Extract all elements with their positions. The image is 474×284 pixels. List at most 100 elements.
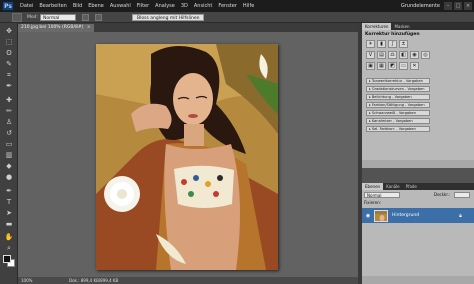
vibrance-icon[interactable]: V bbox=[366, 51, 375, 59]
workspace-switcher[interactable]: Grundelemente bbox=[397, 3, 444, 9]
brightness-icon[interactable]: ☀ bbox=[366, 40, 375, 48]
type-tool-icon[interactable]: T bbox=[3, 198, 15, 207]
tab-close-icon[interactable]: × bbox=[87, 25, 91, 30]
document-tab[interactable]: 210.jpg bei 100% (RGB/8#) × bbox=[18, 24, 94, 32]
eraser-tool-icon[interactable]: ▭ bbox=[3, 140, 15, 149]
mode-label: Mod: bbox=[27, 14, 39, 20]
preset-tonwert[interactable]: ▸Tonwertkorrektur - Vorgaben bbox=[366, 78, 430, 84]
menu-bar: Ps Datei Bearbeiten Bild Ebene Auswahl F… bbox=[0, 0, 474, 12]
preset-kanalmixer[interactable]: ▸Kanalmixer - Vorgaben bbox=[366, 118, 430, 124]
levels-icon[interactable]: ▮ bbox=[377, 40, 386, 48]
preset-belichtung[interactable]: ▸Belichtung - Vorgaben bbox=[366, 94, 430, 100]
healing-brush-tool-icon[interactable]: ✚ bbox=[3, 96, 15, 105]
curves-icon[interactable]: ∫ bbox=[388, 40, 397, 48]
align-guides-button[interactable]: Bloss angleng mit Hilfslinen bbox=[132, 13, 205, 21]
preset-schwarzweiss[interactable]: ▸Schwarzweiß - Vorgaben bbox=[366, 110, 430, 116]
history-brush-tool-icon[interactable]: ↺ bbox=[3, 129, 15, 138]
document-image[interactable] bbox=[96, 44, 278, 270]
black-white-icon[interactable]: ◧ bbox=[399, 51, 408, 59]
layer-name[interactable]: Hintergrund bbox=[392, 213, 419, 218]
canvas-area[interactable] bbox=[18, 32, 358, 277]
preset-gradation[interactable]: ▸Gradationskurven - Vorgaben bbox=[366, 86, 430, 92]
minimize-icon[interactable]: – bbox=[444, 2, 452, 10]
tab-pfade[interactable]: Pfade bbox=[403, 183, 420, 190]
gradient-map-icon[interactable]: ▭ bbox=[399, 62, 408, 70]
expand-arrow-icon: ▸ bbox=[369, 95, 371, 99]
corrections-panel: Korrektur hinzufügen ☀ ▮ ∫ ± V ▤ ⚖ ◧ ◉ ◎… bbox=[362, 30, 474, 168]
eyedropper-tool-icon[interactable]: ✒ bbox=[3, 82, 15, 91]
tab-korrekturen[interactable]: Korrekturen bbox=[362, 23, 392, 30]
visibility-eye-icon[interactable]: ◉ bbox=[364, 213, 372, 219]
move-tool-icon[interactable]: ✥ bbox=[3, 27, 15, 36]
color-balance-icon[interactable]: ⚖ bbox=[388, 51, 397, 59]
tool-preset-picker[interactable] bbox=[12, 12, 22, 22]
brush-tool-icon[interactable]: ✏ bbox=[3, 107, 15, 116]
preset-label: Schwarzweiß - Vorgaben bbox=[371, 111, 416, 115]
document-tab-bar: 210.jpg bei 100% (RGB/8#) × bbox=[18, 23, 358, 32]
tab-kanaele[interactable]: Kanäle bbox=[383, 183, 403, 190]
threshold-icon[interactable]: ◩ bbox=[388, 62, 397, 70]
zoom-tool-icon[interactable]: ⌕ bbox=[3, 244, 15, 253]
menu-3d[interactable]: 3D bbox=[178, 3, 191, 9]
menu-ebene[interactable]: Ebene bbox=[85, 3, 107, 9]
crop-tool-icon[interactable]: ⌗ bbox=[3, 71, 15, 80]
zoom-level[interactable]: 100% bbox=[21, 278, 45, 283]
path-select-tool-icon[interactable]: ➤ bbox=[3, 209, 15, 218]
clone-stamp-tool-icon[interactable]: ♙ bbox=[3, 118, 15, 127]
preset-label: Tonwertkorrektur - Vorgaben bbox=[371, 79, 423, 83]
preset-farbton[interactable]: ▸Farbton/Sättigung - Vorgaben bbox=[366, 102, 430, 108]
posterize-icon[interactable]: ▦ bbox=[377, 62, 386, 70]
options-bar: Mod: Normal Bloss angleng mit Hilfslinen bbox=[0, 12, 474, 23]
gradient-tool-icon[interactable]: ▥ bbox=[3, 151, 15, 160]
opacity-input[interactable] bbox=[454, 192, 470, 198]
menu-auswahl[interactable]: Auswahl bbox=[107, 3, 134, 9]
corrections-tabs: Korrekturen Masken bbox=[362, 23, 474, 30]
marquee-tool-icon[interactable]: ⬚ bbox=[3, 38, 15, 47]
expand-arrow-icon: ▸ bbox=[369, 87, 371, 91]
menu-analyse[interactable]: Analyse bbox=[152, 3, 178, 9]
expand-arrow-icon: ▸ bbox=[369, 103, 371, 107]
menu-filter[interactable]: Filter bbox=[134, 3, 152, 9]
mode-select[interactable]: Normal bbox=[40, 13, 77, 21]
expand-arrow-icon: ▸ bbox=[369, 119, 371, 123]
layers-tabs: Ebenen Kanäle Pfade bbox=[362, 183, 474, 190]
menu-ansicht[interactable]: Ansicht bbox=[191, 3, 215, 9]
preset-label: Farbton/Sättigung - Vorgaben bbox=[371, 103, 425, 107]
close-window-icon[interactable]: × bbox=[464, 2, 472, 10]
expand-arrow-icon: ▸ bbox=[369, 127, 371, 131]
portrait-photo bbox=[96, 44, 278, 270]
option-toggle-1[interactable] bbox=[82, 13, 90, 21]
lasso-tool-icon[interactable]: ʘ bbox=[3, 49, 15, 58]
menu-bearbeiten[interactable]: Bearbeiten bbox=[36, 3, 69, 9]
blend-mode-select[interactable]: Normal bbox=[364, 192, 400, 198]
quick-select-tool-icon[interactable]: ✎ bbox=[3, 60, 15, 69]
shape-tool-icon[interactable]: ▬ bbox=[3, 220, 15, 229]
menu-hilfe[interactable]: Hilfe bbox=[240, 3, 257, 9]
hand-tool-icon[interactable]: ✋ bbox=[3, 233, 15, 242]
option-toggle-2[interactable] bbox=[95, 13, 103, 21]
blur-tool-icon[interactable]: ◆ bbox=[3, 162, 15, 171]
lock-label: Fixieren: bbox=[364, 200, 381, 205]
invert-icon[interactable]: ▣ bbox=[366, 62, 375, 70]
status-bar: 100% Dok.: 899,4 KB/899,4 KB bbox=[18, 277, 358, 284]
exposure-icon[interactable]: ± bbox=[399, 40, 408, 48]
menu-fenster[interactable]: Fenster bbox=[215, 3, 240, 9]
lock-icon: 🔒︎ bbox=[459, 212, 462, 219]
selective-color-icon[interactable]: ✕ bbox=[410, 62, 419, 70]
dodge-tool-icon[interactable]: ● bbox=[3, 173, 15, 182]
tab-masken[interactable]: Masken bbox=[391, 23, 412, 30]
menu-bild[interactable]: Bild bbox=[70, 3, 85, 9]
tab-ebenen[interactable]: Ebenen bbox=[362, 183, 384, 190]
maximize-icon[interactable]: □ bbox=[454, 2, 462, 10]
panel-dock: Korrekturen Masken Korrektur hinzufügen … bbox=[362, 23, 474, 284]
menu-datei[interactable]: Datei bbox=[17, 3, 36, 9]
hue-saturation-icon[interactable]: ▤ bbox=[377, 51, 386, 59]
channel-mixer-icon[interactable]: ◎ bbox=[421, 51, 430, 59]
pen-tool-icon[interactable]: ✒ bbox=[3, 187, 15, 196]
opacity-label: Deckkr.: bbox=[434, 192, 451, 197]
photo-filter-icon[interactable]: ◉ bbox=[410, 51, 419, 59]
layer-row-background[interactable]: ◉ Hintergrund 🔒︎ bbox=[362, 208, 474, 223]
foreground-color-swatch[interactable] bbox=[3, 255, 11, 263]
preset-selfarbkorr[interactable]: ▸Sel. Farbkorr. - Vorgaben bbox=[366, 126, 430, 132]
tools-panel: ✥ ⬚ ʘ ✎ ⌗ ✒ ✚ ✏ ♙ ↺ ▭ ▥ ◆ ● ✒ T ➤ ▬ ✋ ⌕ bbox=[0, 23, 18, 284]
